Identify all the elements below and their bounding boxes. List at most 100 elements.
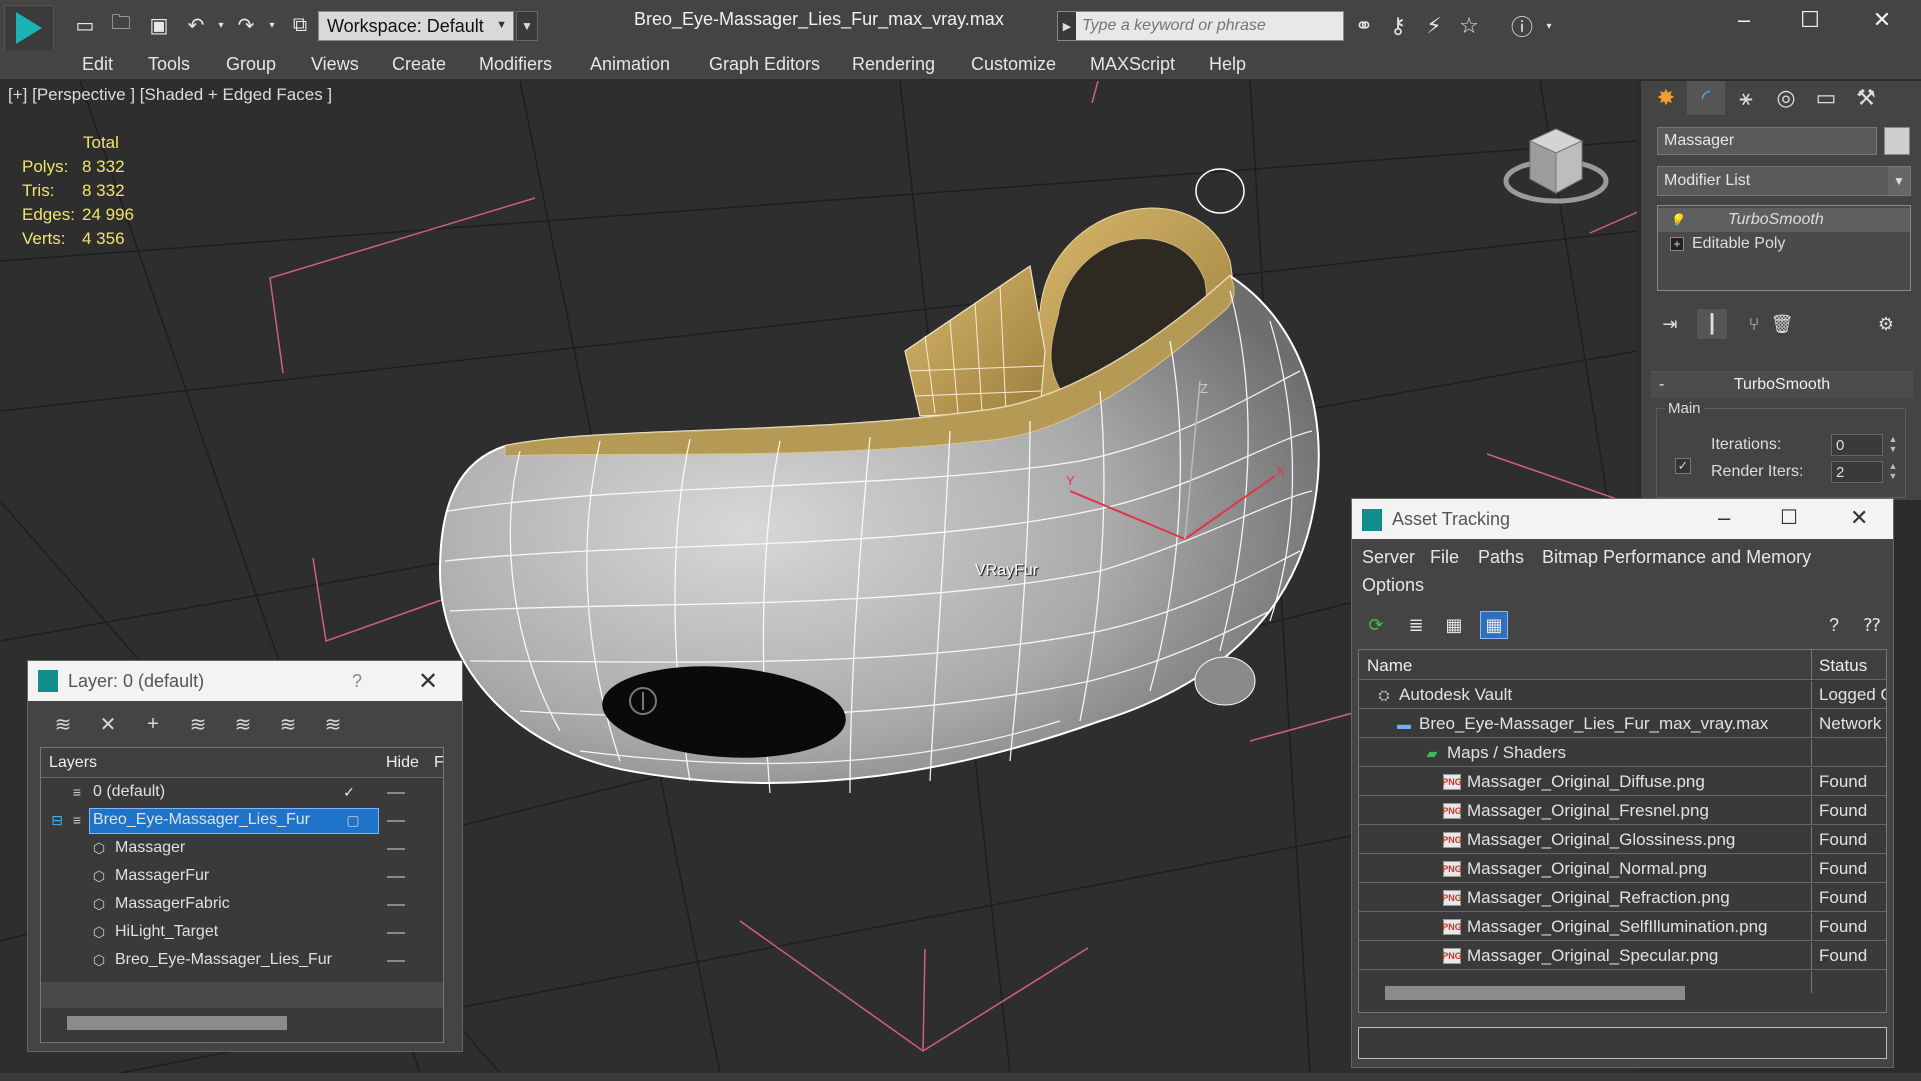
delete-icon[interactable]: ✕	[93, 709, 123, 739]
redo-dropdown-icon[interactable]: ▾	[259, 12, 285, 38]
highlight-layer-icon[interactable]: ≋	[228, 709, 258, 739]
object-name-field[interactable]: Massager	[1657, 127, 1877, 155]
menu-modifiers[interactable]: Modifiers	[479, 54, 552, 75]
asset-row[interactable]: PNG Massager_Original_Fresnel.png Found	[1359, 797, 1886, 825]
undo-dropdown-icon[interactable]: ▾	[208, 12, 234, 38]
help-button[interactable]: ?	[352, 671, 362, 692]
modify-tab-icon[interactable]: ◜	[1687, 81, 1725, 115]
asset-menu-options[interactable]: Options	[1362, 575, 1424, 596]
maximize-icon[interactable]: ☐	[1780, 505, 1798, 530]
undo-icon[interactable]: ↶	[183, 12, 209, 38]
close-icon[interactable]: ✕	[418, 667, 438, 696]
asset-row[interactable]: ▰ Maps / Shaders	[1359, 739, 1886, 767]
favorites-star-icon[interactable]: ☆	[1455, 12, 1483, 40]
new-layer-icon[interactable]: ≋	[48, 709, 78, 739]
asset-row[interactable]: PNG Massager_Original_Diffuse.png Found	[1359, 768, 1886, 796]
layer-row[interactable]: ⬡ MassagerFur	[41, 863, 443, 891]
freeze-all-icon[interactable]: ≋	[318, 709, 348, 739]
column-hide[interactable]: Hide	[386, 754, 419, 772]
viewcube[interactable]	[1503, 128, 1609, 204]
column-name[interactable]: Name	[1367, 656, 1412, 676]
menu-rendering[interactable]: Rendering	[852, 54, 935, 75]
workspace-menu-button[interactable]: ▼	[516, 11, 538, 41]
save-file-icon[interactable]: ▣	[146, 12, 172, 38]
horizontal-scrollbar[interactable]	[1385, 986, 1685, 1000]
asset-row[interactable]: PNG Massager_Original_Specular.png Found	[1359, 942, 1886, 970]
motion-tab-icon[interactable]: ◎	[1767, 81, 1805, 115]
menu-tools[interactable]: Tools	[148, 54, 190, 75]
asset-row[interactable]: PNG Massager_Original_SelfIllumination.pn…	[1359, 913, 1886, 941]
column-status[interactable]: Status	[1819, 656, 1867, 676]
menu-create[interactable]: Create	[392, 54, 446, 75]
layer-row-selected[interactable]: ⊟ ≡ Breo_Eye-Massager_Lies_Fur ▢	[41, 807, 443, 835]
horizontal-scrollbar[interactable]	[67, 1016, 287, 1030]
hide-all-icon[interactable]: ≋	[273, 709, 303, 739]
open-file-icon[interactable]: 🗀	[108, 12, 134, 38]
layer-row[interactable]: ⬡ Massager	[41, 835, 443, 863]
app-menu-button[interactable]	[4, 5, 54, 51]
lightbulb-icon[interactable]: 💡	[1670, 213, 1685, 227]
binoculars-icon[interactable]: ⚭	[1350, 12, 1378, 40]
close-icon[interactable]: ✕	[1850, 505, 1868, 531]
layer-row[interactable]: ≡ 0 (default) ✓	[41, 779, 443, 807]
play-icon[interactable]: ▶	[1058, 12, 1076, 40]
workspace-select[interactable]: Workspace: Default ▼	[318, 11, 514, 41]
add-to-layer-icon[interactable]: ▢	[345, 812, 361, 828]
asset-row[interactable]: PNG Massager_Original_Glossiness.png Found	[1359, 826, 1886, 854]
search-input[interactable]	[1076, 17, 1336, 35]
render-iters-input[interactable]: 2	[1831, 461, 1883, 483]
show-end-result-icon[interactable]: ┃	[1697, 309, 1727, 339]
asset-menu-server[interactable]: Server	[1362, 547, 1415, 568]
layer-row[interactable]: ⬡ Breo_Eye-Massager_Lies_Fur	[41, 947, 443, 975]
menu-maxscript[interactable]: MAXScript	[1090, 54, 1175, 75]
help-icon[interactable]: ⓘ	[1508, 12, 1536, 40]
configure-sets-icon[interactable]: ⚙	[1871, 309, 1901, 339]
hierarchy-tab-icon[interactable]: ⚹	[1727, 81, 1765, 115]
menu-edit[interactable]: Edit	[82, 54, 113, 75]
asset-row[interactable]: ⛭ Autodesk Vault Logged O	[1359, 681, 1886, 709]
help-dropdown-icon[interactable]: ▾	[1535, 12, 1563, 40]
asset-menu-paths[interactable]: Paths	[1478, 547, 1524, 568]
project-folder-icon[interactable]: ⧉	[287, 12, 313, 38]
list-view-icon[interactable]: ≣	[1402, 611, 1430, 639]
collapse-icon[interactable]: ⊟	[49, 812, 65, 828]
display-tab-icon[interactable]: ▭	[1807, 81, 1845, 115]
viewport-label[interactable]: [+] [Perspective ] [Shaded + Edged Faces…	[8, 85, 332, 105]
asset-row[interactable]: ▬ Breo_Eye-Massager_Lies_Fur_max_vray.max…	[1359, 710, 1886, 738]
asset-menu-bitmap[interactable]: Bitmap Performance and Memory	[1542, 547, 1811, 568]
modifier-list-select[interactable]: Modifier List ▼	[1657, 166, 1911, 196]
layer-row[interactable]: ⬡ MassagerFabric	[41, 891, 443, 919]
expand-plus-icon[interactable]: +	[1670, 237, 1684, 251]
menu-customize[interactable]: Customize	[971, 54, 1056, 75]
stack-item-turbosmooth[interactable]: 💡 TurboSmooth	[1658, 208, 1910, 232]
context-help-icon[interactable]: ⁇	[1858, 611, 1886, 639]
render-iters-spinner[interactable]: ▲ ▼	[1887, 461, 1899, 483]
layer-row[interactable]: ⬡ HiLight_Target	[41, 919, 443, 947]
make-unique-icon[interactable]: ⑂	[1739, 309, 1769, 339]
thumbnail-view-icon[interactable]: ▦	[1440, 611, 1468, 639]
rollout-header[interactable]: - TurboSmooth	[1651, 372, 1913, 398]
menu-help[interactable]: Help	[1209, 54, 1246, 75]
menu-group[interactable]: Group	[226, 54, 276, 75]
maximize-icon[interactable]: ☐	[1790, 4, 1830, 36]
help-icon[interactable]: ?	[1820, 611, 1848, 639]
render-iters-checkbox[interactable]: ✓	[1675, 458, 1691, 474]
iterations-spinner[interactable]: ▲ ▼	[1887, 434, 1899, 456]
asset-row[interactable]: PNG Massager_Original_Refraction.png Found	[1359, 884, 1886, 912]
asset-row[interactable]: PNG Massager_Original_Normal.png Found	[1359, 855, 1886, 883]
new-file-icon[interactable]: ▭	[72, 12, 98, 38]
add-selection-icon[interactable]: +	[138, 709, 168, 739]
layer-dialog-titlebar[interactable]: Layer: 0 (default) ? ✕	[28, 661, 462, 701]
pin-stack-icon[interactable]: ⇥	[1655, 309, 1685, 339]
remove-modifier-icon[interactable]: 🗑	[1767, 309, 1797, 339]
column-layers[interactable]: Layers	[49, 754, 97, 772]
column-freeze[interactable]: F	[434, 754, 443, 772]
redo-icon[interactable]: ↷	[233, 12, 259, 38]
menu-graph-editors[interactable]: Graph Editors	[709, 54, 820, 75]
stack-item-editable-poly[interactable]: + Editable Poly	[1658, 232, 1910, 256]
asset-path-field[interactable]	[1358, 1027, 1887, 1059]
refresh-icon[interactable]: ⟳	[1362, 611, 1390, 639]
table-view-icon[interactable]: ▦	[1480, 611, 1508, 639]
utilities-tab-icon[interactable]: ⚒	[1847, 81, 1885, 115]
asset-menu-file[interactable]: File	[1430, 547, 1459, 568]
